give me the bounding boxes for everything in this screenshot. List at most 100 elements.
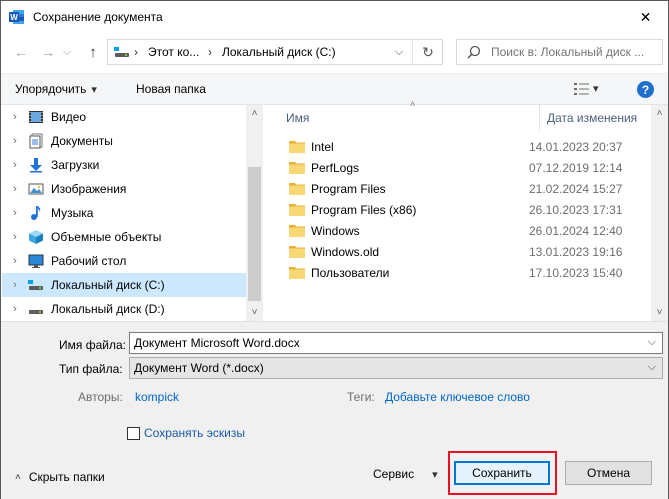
file-modified-date: 07.12.2019 12:14 — [529, 160, 623, 175]
tools-button[interactable]: Сервис ▾ — [373, 467, 438, 481]
tree-item-documents[interactable]: › Документы — [2, 129, 247, 153]
file-modified-date: 14.01.2023 20:37 — [529, 139, 623, 154]
file-name: PerfLogs — [311, 160, 360, 175]
expand-chevron-icon[interactable]: › — [2, 231, 28, 243]
filetype-select[interactable]: Документ Word (*.docx) ⌵ — [129, 357, 663, 379]
expand-chevron-icon[interactable]: › — [2, 135, 28, 147]
navigation-scrollbar[interactable]: ˄ ˅ — [246, 105, 263, 321]
tree-item-downloads[interactable]: › Загрузки — [2, 153, 247, 177]
file-modified-date: 26.10.2023 17:31 — [529, 202, 623, 217]
chevron-up-icon: ˄ — [656, 108, 663, 119]
address-segment-drive-c[interactable]: Локальный диск (C:) — [222, 45, 336, 59]
tree-item-label: Видео — [51, 110, 87, 124]
address-segment-this-pc[interactable]: Этот ко... — [148, 45, 199, 59]
tree-item-label: Локальный диск (D:) — [51, 302, 165, 316]
column-header-label: Имя — [286, 111, 310, 125]
file-name: Пользователи — [311, 265, 390, 280]
expand-chevron-icon[interactable]: › — [2, 207, 28, 219]
caret-down-icon: ▾ — [593, 83, 599, 95]
column-header-name[interactable]: Имя — [286, 105, 538, 131]
search-box[interactable] — [456, 39, 663, 65]
tree-item-pictures[interactable]: › Изображения — [2, 177, 247, 201]
tree-item-3d-objects[interactable]: › Объемные объекты — [2, 225, 247, 249]
chevron-up-icon: ˄ — [15, 471, 21, 483]
chevron-down-icon[interactable]: ⌵ — [648, 336, 656, 349]
folder-icon — [289, 245, 305, 258]
address-history-dropdown[interactable]: ⌵ — [390, 44, 408, 60]
expand-chevron-icon[interactable]: › — [2, 183, 28, 195]
file-modified-date: 26.01.2024 12:40 — [529, 223, 623, 238]
filename-field[interactable]: Документ Microsoft Word.docx ⌵ — [129, 332, 663, 354]
search-input[interactable] — [491, 43, 659, 61]
folder-icon — [289, 203, 305, 216]
file-row[interactable]: Program Files 21.02.2024 15:27 — [283, 178, 653, 199]
file-list-scrollbar[interactable]: ˄ ˅ — [651, 105, 668, 321]
forward-button[interactable]: → — [36, 40, 60, 64]
3d-objects-icon — [28, 229, 44, 245]
chevron-up-icon: ˄ — [251, 108, 258, 119]
filetype-label: Тип файла: — [59, 362, 123, 376]
caret-down-icon: ▾ — [91, 83, 97, 96]
file-row[interactable]: Windows 26.01.2024 12:40 — [283, 220, 653, 241]
tools-label: Сервис — [373, 467, 415, 481]
scroll-thumb[interactable] — [248, 167, 261, 301]
arrow-right-icon: → — [41, 44, 55, 60]
close-button[interactable]: ✕ — [623, 1, 668, 33]
view-options-dropdown[interactable]: ▾ — [593, 82, 599, 95]
system-drive-icon — [28, 277, 44, 293]
music-icon — [28, 205, 44, 221]
video-icon — [28, 109, 44, 125]
up-button[interactable]: ↑ — [81, 40, 105, 64]
expand-chevron-icon[interactable]: › — [2, 279, 28, 291]
file-modified-date: 13.01.2023 19:16 — [529, 244, 623, 259]
column-divider[interactable] — [539, 105, 540, 131]
tags-label: Теги: — [347, 390, 375, 404]
new-folder-button[interactable]: Новая папка — [136, 82, 206, 96]
address-bar[interactable]: › Этот ко... › Локальный диск (C:) ⌵ ↻ — [107, 39, 443, 65]
save-dialog: W Сохранение документа ✕ ← → ⌵ ↑ › Этот … — [0, 0, 669, 499]
chevron-down-icon: ⌵ — [62, 45, 72, 58]
expand-chevron-icon[interactable]: › — [2, 303, 28, 315]
scroll-down-button[interactable]: ˅ — [246, 304, 263, 321]
tree-item-drive-c[interactable]: › Локальный диск (C:) — [2, 273, 247, 297]
authors-value[interactable]: kompick — [135, 390, 179, 404]
hide-folders-button[interactable]: ˄ Скрыть папки — [15, 470, 105, 484]
save-thumbnails-label[interactable]: Сохранять эскизы — [144, 426, 245, 440]
details-view-icon — [574, 82, 590, 96]
folder-icon — [289, 224, 305, 237]
address-separator: › — [208, 45, 212, 59]
file-row[interactable]: Intel 14.01.2023 20:37 — [283, 136, 653, 157]
file-row[interactable]: Program Files (x86) 26.10.2023 17:31 — [283, 199, 653, 220]
save-thumbnails-checkbox[interactable] — [127, 427, 140, 440]
save-button[interactable]: Сохранить — [454, 461, 550, 485]
expand-chevron-icon[interactable]: › — [2, 111, 28, 123]
column-header-modified[interactable]: Дата изменения — [547, 105, 651, 131]
expand-chevron-icon[interactable]: › — [2, 255, 28, 267]
expand-chevron-icon[interactable]: › — [2, 159, 28, 171]
tags-input[interactable]: Добавьте ключевое слово — [385, 390, 530, 404]
window-title: Сохранение документа — [33, 10, 163, 24]
back-button[interactable]: ← — [9, 40, 33, 64]
file-row[interactable]: Пользователи 17.10.2023 15:40 — [283, 262, 653, 283]
tree-item-drive-d[interactable]: › Локальный диск (D:) — [2, 297, 247, 321]
recent-locations-button[interactable]: ⌵ — [59, 40, 75, 64]
refresh-button[interactable]: ↻ — [418, 43, 438, 61]
scroll-down-button[interactable]: ˅ — [651, 304, 668, 321]
file-row[interactable]: Windows.old 13.01.2023 19:16 — [283, 241, 653, 262]
tree-item-video[interactable]: › Видео — [2, 105, 247, 129]
title-bar: W Сохранение документа ✕ — [1, 1, 668, 33]
tree-item-label: Объемные объекты — [51, 230, 162, 244]
cancel-button[interactable]: Отмена — [565, 461, 652, 485]
word-app-icon: W — [9, 9, 25, 25]
help-button[interactable]: ? — [637, 81, 654, 98]
tree-item-music[interactable]: › Музыка — [2, 201, 247, 225]
drive-icon — [28, 301, 44, 317]
change-view-button[interactable] — [574, 82, 590, 96]
scroll-up-button[interactable]: ˄ — [246, 105, 263, 122]
tree-item-desktop[interactable]: › Рабочий стол — [2, 249, 247, 273]
tree-item-label: Изображения — [51, 182, 127, 196]
chevron-down-icon: ˅ — [251, 307, 258, 318]
file-row[interactable]: PerfLogs 07.12.2019 12:14 — [283, 157, 653, 178]
organize-button[interactable]: Упорядочить ▾ — [15, 82, 97, 96]
scroll-up-button[interactable]: ˄ — [651, 105, 668, 122]
